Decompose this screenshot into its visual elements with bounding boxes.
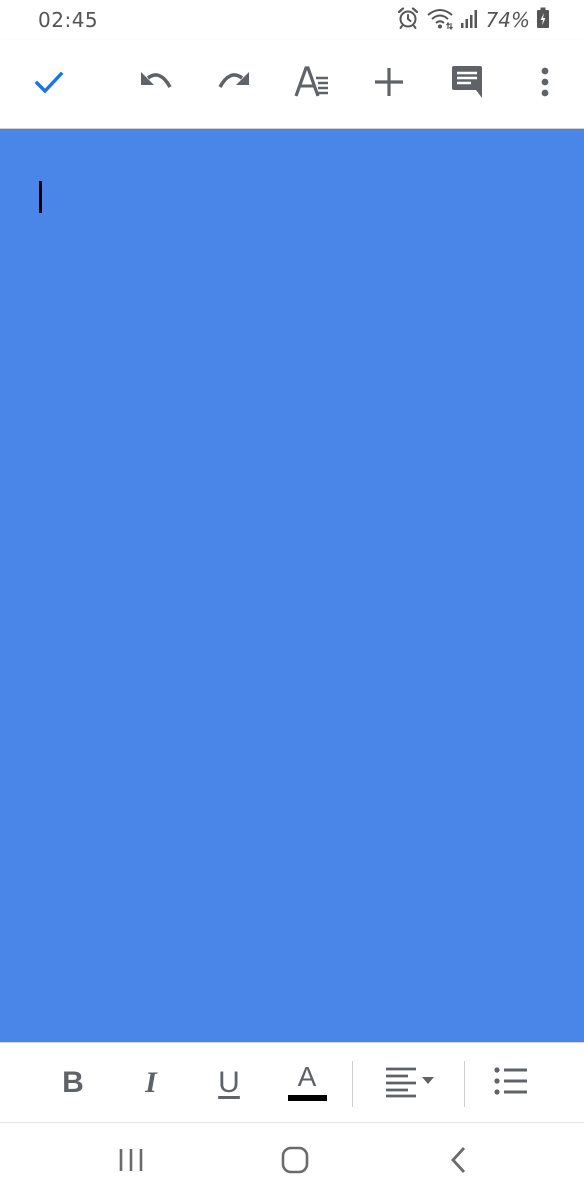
- bold-label: B: [62, 1066, 84, 1099]
- align-left-icon: [382, 1064, 438, 1103]
- checkmark-icon: [32, 65, 66, 104]
- comment-icon: [449, 64, 485, 105]
- home-icon: [280, 1145, 310, 1180]
- battery-icon: [536, 6, 550, 35]
- more-options-button[interactable]: [521, 60, 569, 108]
- more-vert-icon: [540, 66, 550, 103]
- underline-label: U: [218, 1066, 240, 1099]
- document-body[interactable]: [0, 129, 584, 1042]
- text-cursor: [39, 181, 42, 213]
- bulleted-list-button[interactable]: [485, 1057, 537, 1109]
- text-color-button[interactable]: A: [281, 1057, 333, 1109]
- bold-button[interactable]: B: [47, 1057, 99, 1109]
- text-color-label: A: [297, 1061, 317, 1092]
- undo-button[interactable]: [132, 60, 180, 108]
- format-toolbar: B I U A: [0, 1042, 584, 1123]
- battery-percentage: 74%: [485, 8, 530, 32]
- redo-icon: [215, 65, 253, 104]
- wifi-icon: [426, 6, 454, 35]
- bulleted-list-icon: [493, 1066, 529, 1101]
- format-divider: [464, 1061, 465, 1107]
- plus-icon: [373, 66, 405, 103]
- back-button[interactable]: [434, 1139, 484, 1185]
- insert-button[interactable]: [365, 60, 413, 108]
- editor-toolbar: [0, 40, 584, 129]
- align-button[interactable]: [380, 1057, 440, 1109]
- signal-icon: [460, 6, 480, 35]
- redo-button[interactable]: [210, 60, 258, 108]
- text-color-swatch: [287, 1095, 327, 1101]
- recent-apps-button[interactable]: [106, 1139, 156, 1185]
- recent-apps-icon: [117, 1146, 145, 1179]
- alarm-icon: [396, 6, 420, 35]
- status-icons: 74%: [396, 6, 550, 35]
- text-format-icon: [294, 65, 330, 104]
- comment-button[interactable]: [443, 60, 491, 108]
- home-button[interactable]: [270, 1139, 320, 1185]
- status-bar: 02:45 74%: [0, 0, 584, 40]
- text-format-button[interactable]: [288, 60, 336, 108]
- system-nav-bar: [0, 1122, 584, 1201]
- underline-button[interactable]: U: [203, 1057, 255, 1109]
- undo-icon: [137, 65, 175, 104]
- format-divider: [352, 1061, 353, 1107]
- back-icon: [447, 1145, 471, 1180]
- italic-label: I: [145, 1066, 157, 1099]
- italic-button[interactable]: I: [125, 1057, 177, 1109]
- done-button[interactable]: [25, 60, 73, 108]
- status-time: 02:45: [38, 8, 99, 32]
